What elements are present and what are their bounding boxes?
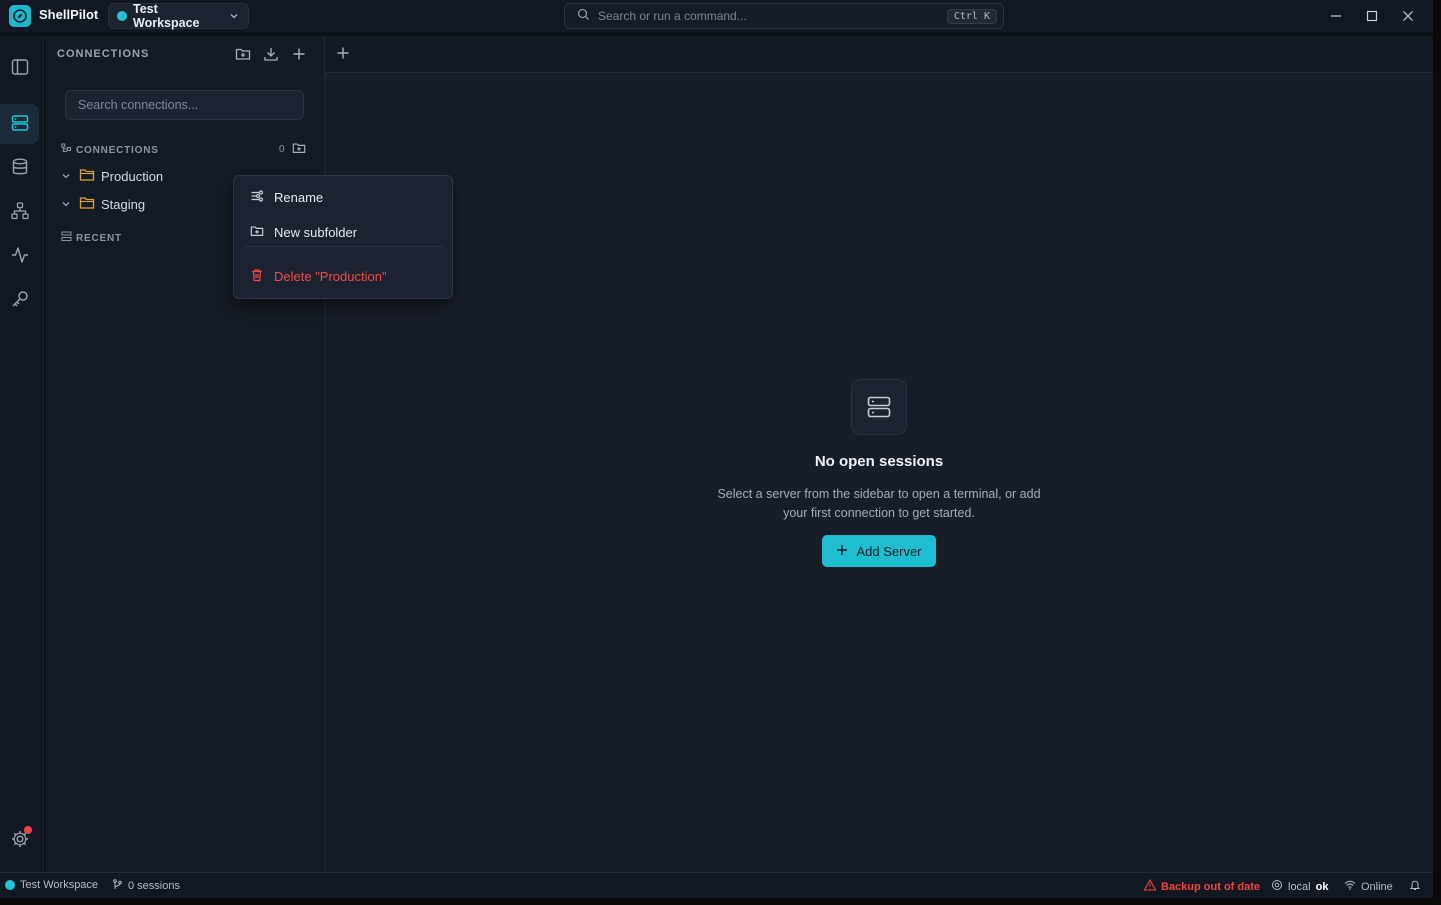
folder-icon [79,168,95,185]
workspace-status-dot [117,11,127,21]
status-bar: Test Workspace 0 sessions Backup out of … [0,872,1433,898]
recent-section-label: RECENT [76,232,122,244]
folder-label: Staging [101,196,146,212]
download-icon [263,46,279,65]
import-button[interactable] [261,45,281,65]
key-icon [10,289,30,312]
empty-state-description: Select a server from the sidebar to open… [717,487,1041,520]
trash-icon [250,268,264,285]
activity-icon [10,245,30,268]
plus-icon [292,47,306,64]
plus-icon [336,46,350,63]
title-bar: ShellPilot Test Workspace Search or run … [0,0,1433,32]
empty-state-server-icon [851,379,907,435]
panel-left-icon [10,57,30,80]
command-palette[interactable]: Search or run a command... Ctrl K [564,3,1004,29]
wifi-icon [1344,879,1356,894]
activity-databases[interactable] [0,148,39,188]
bell-icon [1409,879,1421,894]
connections-section-header: CONNECTIONS [61,143,159,157]
status-local[interactable]: local ok [1271,879,1328,894]
app-name: ShellPilot [39,7,99,22]
folder-label: Production [101,168,164,184]
activity-monitoring[interactable] [0,236,39,276]
main-area: No open sessions Select a server from th… [325,36,1433,872]
status-workspace-label: Test Workspace [20,879,99,891]
folder-plus-icon [292,141,306,158]
close-button[interactable] [1395,4,1421,28]
connections-count: 0 [279,144,285,155]
connections-sidebar: CONNECTIONS CONNECTIONS 0 Produc [45,36,325,872]
activity-bar [0,36,44,872]
menu-item-rename[interactable]: Rename [244,183,444,211]
list-icon [61,231,72,245]
notifications-button[interactable] [1409,879,1421,894]
database-icon [10,157,30,180]
folder-plus-icon [250,224,264,241]
sidebar-title: CONNECTIONS [57,48,150,60]
menu-item-new-subfolder[interactable]: New subfolder [244,218,444,246]
search-icon [577,8,590,24]
menu-item-label: New subfolder [274,224,358,240]
folder-plus-icon [235,46,251,65]
maximize-button[interactable] [1359,4,1385,28]
settings-small-icon [1271,879,1283,894]
search-connections-input[interactable] [65,90,304,120]
activity-keys[interactable] [0,280,39,320]
status-sessions[interactable]: 0 sessions [112,879,180,893]
local-label: local [1288,880,1311,893]
chevron-down-icon [229,11,239,21]
connections-section-label: CONNECTIONS [76,144,159,156]
window-edge [1433,0,1441,905]
tree-icon [61,143,72,157]
menu-item-label: Delete "Production" [274,268,387,284]
tab-bar [325,36,1433,73]
chevron-down-icon [59,171,73,181]
network-icon [10,201,30,224]
add-server-label: Add Server [856,543,922,559]
status-workspace[interactable]: Test Workspace [5,879,98,891]
window-bottom-edge [0,898,1433,905]
menu-item-label: Rename [274,189,324,205]
minimize-button[interactable] [1323,4,1349,28]
folder-icon [79,196,95,213]
rename-icon [250,189,264,206]
app-logo-icon [9,5,31,27]
section-new-folder-button[interactable] [289,139,309,159]
empty-state-title: No open sessions [814,453,944,470]
menu-item-delete[interactable]: Delete "Production" [244,262,444,290]
branch-icon [112,879,123,893]
status-network[interactable]: Online [1344,879,1393,894]
folder-context-menu: Rename New subfolder Delete "Production" [233,175,453,299]
recent-section-header: RECENT [61,231,122,245]
server-icon [10,113,30,136]
workspace-status-dot [5,880,15,890]
menu-separator [244,246,444,247]
add-server-button[interactable]: Add Server [822,535,936,567]
new-tab-button[interactable] [333,44,353,64]
status-sessions-label: 0 sessions [128,880,180,892]
activity-connections[interactable] [0,104,39,144]
workspace-name: Test Workspace [133,2,200,30]
workspace-switcher[interactable]: Test Workspace [108,2,249,30]
backup-warning-label: Backup out of date [1161,880,1261,893]
add-connection-button[interactable] [289,45,309,65]
toggle-sidebar-button[interactable] [0,48,39,88]
plus-icon [836,544,848,559]
new-folder-button[interactable] [233,45,253,65]
status-backup-warning[interactable]: Backup out of date [1143,878,1261,894]
command-placeholder: Search or run a command... [598,9,747,23]
warning-icon [1143,878,1157,894]
activity-network[interactable] [0,192,39,232]
settings-button[interactable] [0,820,39,860]
command-shortcut: Ctrl K [946,8,997,24]
network-status-label: Online [1361,880,1393,893]
notification-dot [24,826,32,834]
chevron-down-icon [59,199,73,209]
local-status: ok [1315,880,1329,893]
